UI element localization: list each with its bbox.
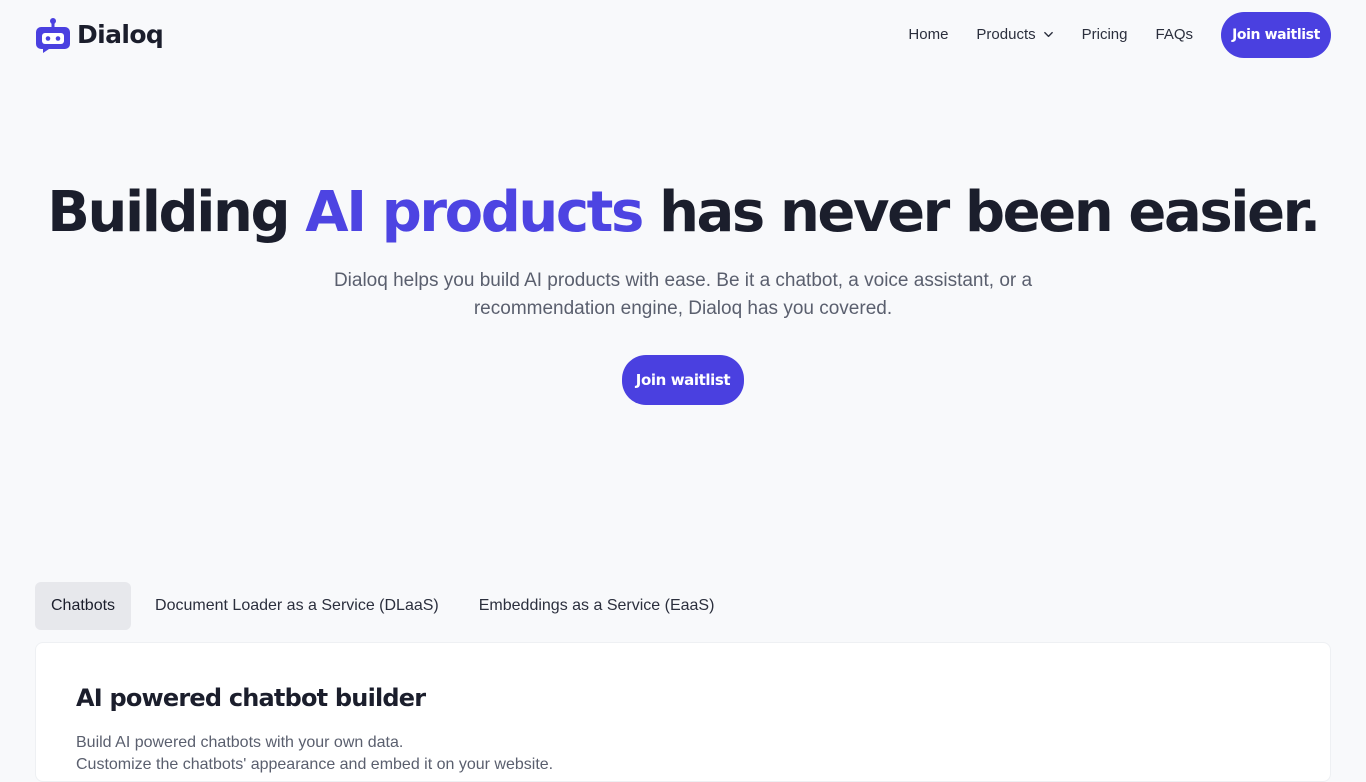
site-header: Dialoq Home Products Pricing FAQs Join w… <box>0 0 1366 69</box>
main-nav: Home Products Pricing FAQs Join waitlist <box>908 11 1331 58</box>
hero-title: Building AI products has never been easi… <box>0 183 1366 243</box>
robot-chat-icon <box>36 17 70 53</box>
feature-card-description: Build AI powered chatbots with your own … <box>76 732 1290 776</box>
hero-title-part2: has never been easier. <box>641 180 1321 245</box>
hero-title-part1: Building <box>47 180 306 245</box>
tab-embeddings[interactable]: Embeddings as a Service (EaaS) <box>463 582 731 630</box>
feature-card: AI powered chatbot builder Build AI powe… <box>35 642 1331 782</box>
nav-link-home[interactable]: Home <box>908 26 948 43</box>
brand-logo[interactable]: Dialoq <box>35 17 164 53</box>
hero-join-waitlist-button[interactable]: Join waitlist <box>622 355 744 405</box>
tab-document-loader[interactable]: Document Loader as a Service (DLaaS) <box>139 582 455 630</box>
hero-section: Building AI products has never been easi… <box>0 183 1366 405</box>
nav-link-faqs[interactable]: FAQs <box>1155 26 1193 43</box>
product-tabs: Chatbots Document Loader as a Service (D… <box>35 582 730 630</box>
brand-name: Dialoq <box>77 20 164 49</box>
nav-link-label: Products <box>976 26 1036 43</box>
nav-link-label: Home <box>908 26 949 43</box>
tab-chatbots[interactable]: Chatbots <box>35 582 132 630</box>
join-waitlist-button[interactable]: Join waitlist <box>1221 11 1331 58</box>
feature-card-title: AI powered chatbot builder <box>76 684 426 712</box>
hero-title-accent: AI products <box>305 180 644 245</box>
feature-card-line: Customize the chatbots' appearance and e… <box>76 756 554 773</box>
chevron-down-icon <box>1043 31 1053 38</box>
nav-link-products[interactable]: Products <box>976 26 1053 43</box>
nav-link-label: FAQs <box>1155 26 1193 43</box>
nav-link-label: Pricing <box>1081 26 1128 43</box>
nav-link-pricing[interactable]: Pricing <box>1082 26 1128 43</box>
hero-subtitle: Dialoq helps you build AI products with … <box>333 270 1033 319</box>
feature-card-line: Build AI powered chatbots with your own … <box>76 734 404 751</box>
